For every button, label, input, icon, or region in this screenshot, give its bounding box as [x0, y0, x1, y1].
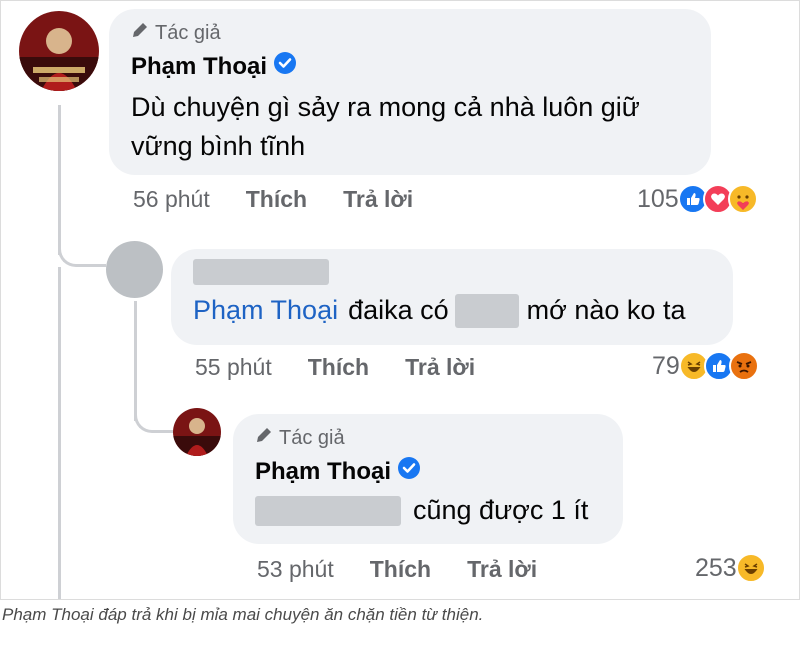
like-button[interactable]: Thích [246, 186, 307, 213]
mention-link[interactable]: Phạm Thoại [193, 291, 338, 330]
thread-connector-reply-1 [58, 231, 106, 267]
commenter-avatar[interactable] [106, 241, 163, 298]
avatar-image-icon [173, 408, 221, 456]
comment-text: Phạm Thoại đaika có mớ nào ko ta [193, 291, 711, 330]
comment-text-line: Dù chuyện gì sảy ra mong cả nhà luôn giữ [131, 92, 640, 122]
reply-button[interactable]: Trả lời [467, 556, 537, 583]
author-avatar[interactable] [19, 11, 99, 91]
comment-bubble[interactable]: Tác giả Phạm Thoại Dù chuyện gì sảy ra m… [109, 9, 711, 175]
author-name-row: Phạm Thoại [255, 456, 601, 487]
reaction-summary[interactable]: 79 [652, 351, 759, 381]
redacted-word [454, 293, 519, 328]
comment-actions: 53 phút Thích Trả lời [257, 556, 537, 583]
comment-text: cũng được 1 ít [255, 491, 601, 530]
redacted-word [255, 495, 401, 526]
reaction-count: 253 [695, 553, 737, 582]
comment-actions: 56 phút Thích Trả lời [133, 186, 413, 213]
comment-text-part: mớ nào ko ta [526, 295, 686, 325]
author-badge: Tác giả [131, 21, 689, 45]
author-name[interactable]: Phạm Thoại [131, 53, 267, 81]
pencil-icon [255, 426, 273, 450]
comment-bubble[interactable]: Phạm Thoại đaika có mớ nào ko ta [171, 249, 733, 345]
reaction-count: 105 [637, 184, 679, 213]
angry-reaction-icon [728, 351, 759, 381]
image-caption: Phạm Thoại đáp trả khi bị mỉa mai chuyện… [2, 605, 484, 624]
avatar-image-icon [19, 11, 99, 91]
comment-timestamp[interactable]: 55 phút [195, 354, 272, 381]
commenter-name-redacted [193, 259, 329, 285]
like-button[interactable]: Thích [308, 354, 369, 381]
verified-badge-icon [273, 51, 297, 82]
care-reaction-icon [727, 184, 758, 214]
comment-timestamp[interactable]: 53 phút [257, 556, 334, 583]
reply-button[interactable]: Trả lời [343, 186, 413, 213]
comment-timestamp[interactable]: 56 phút [133, 186, 210, 213]
haha-reaction-icon [735, 553, 766, 583]
comment-thread-screenshot: Tác giả Phạm Thoại Dù chuyện gì sảy ra m… [0, 0, 800, 600]
author-name[interactable]: Phạm Thoại [255, 458, 391, 486]
reaction-count: 79 [652, 351, 680, 380]
thread-line-main-lower [58, 267, 61, 599]
author-badge-label: Tác giả [279, 426, 345, 449]
comment-text-part: cũng được 1 ít [413, 495, 589, 525]
comment-text-part: đaika có [348, 295, 449, 325]
comment-bubble[interactable]: Tác giả Phạm Thoại cũng được 1 ít [233, 414, 623, 544]
author-name-row: Phạm Thoại [131, 51, 689, 82]
reply-button[interactable]: Trả lời [405, 354, 475, 381]
comment-actions: 55 phút Thích Trả lời [195, 354, 475, 381]
comment-text-line: vững bình tĩnh [131, 131, 306, 161]
author-avatar[interactable] [173, 408, 221, 456]
pencil-icon [131, 21, 149, 45]
thread-connector-reply-2 [134, 399, 174, 433]
author-badge: Tác giả [255, 426, 601, 450]
author-badge-label: Tác giả [155, 21, 221, 44]
reaction-summary[interactable]: 105 [637, 184, 758, 214]
verified-badge-icon [397, 456, 421, 487]
reaction-summary[interactable]: 253 [695, 553, 766, 583]
like-button[interactable]: Thích [370, 556, 431, 583]
comment-text: Dù chuyện gì sảy ra mong cả nhà luôn giữ… [131, 88, 689, 166]
